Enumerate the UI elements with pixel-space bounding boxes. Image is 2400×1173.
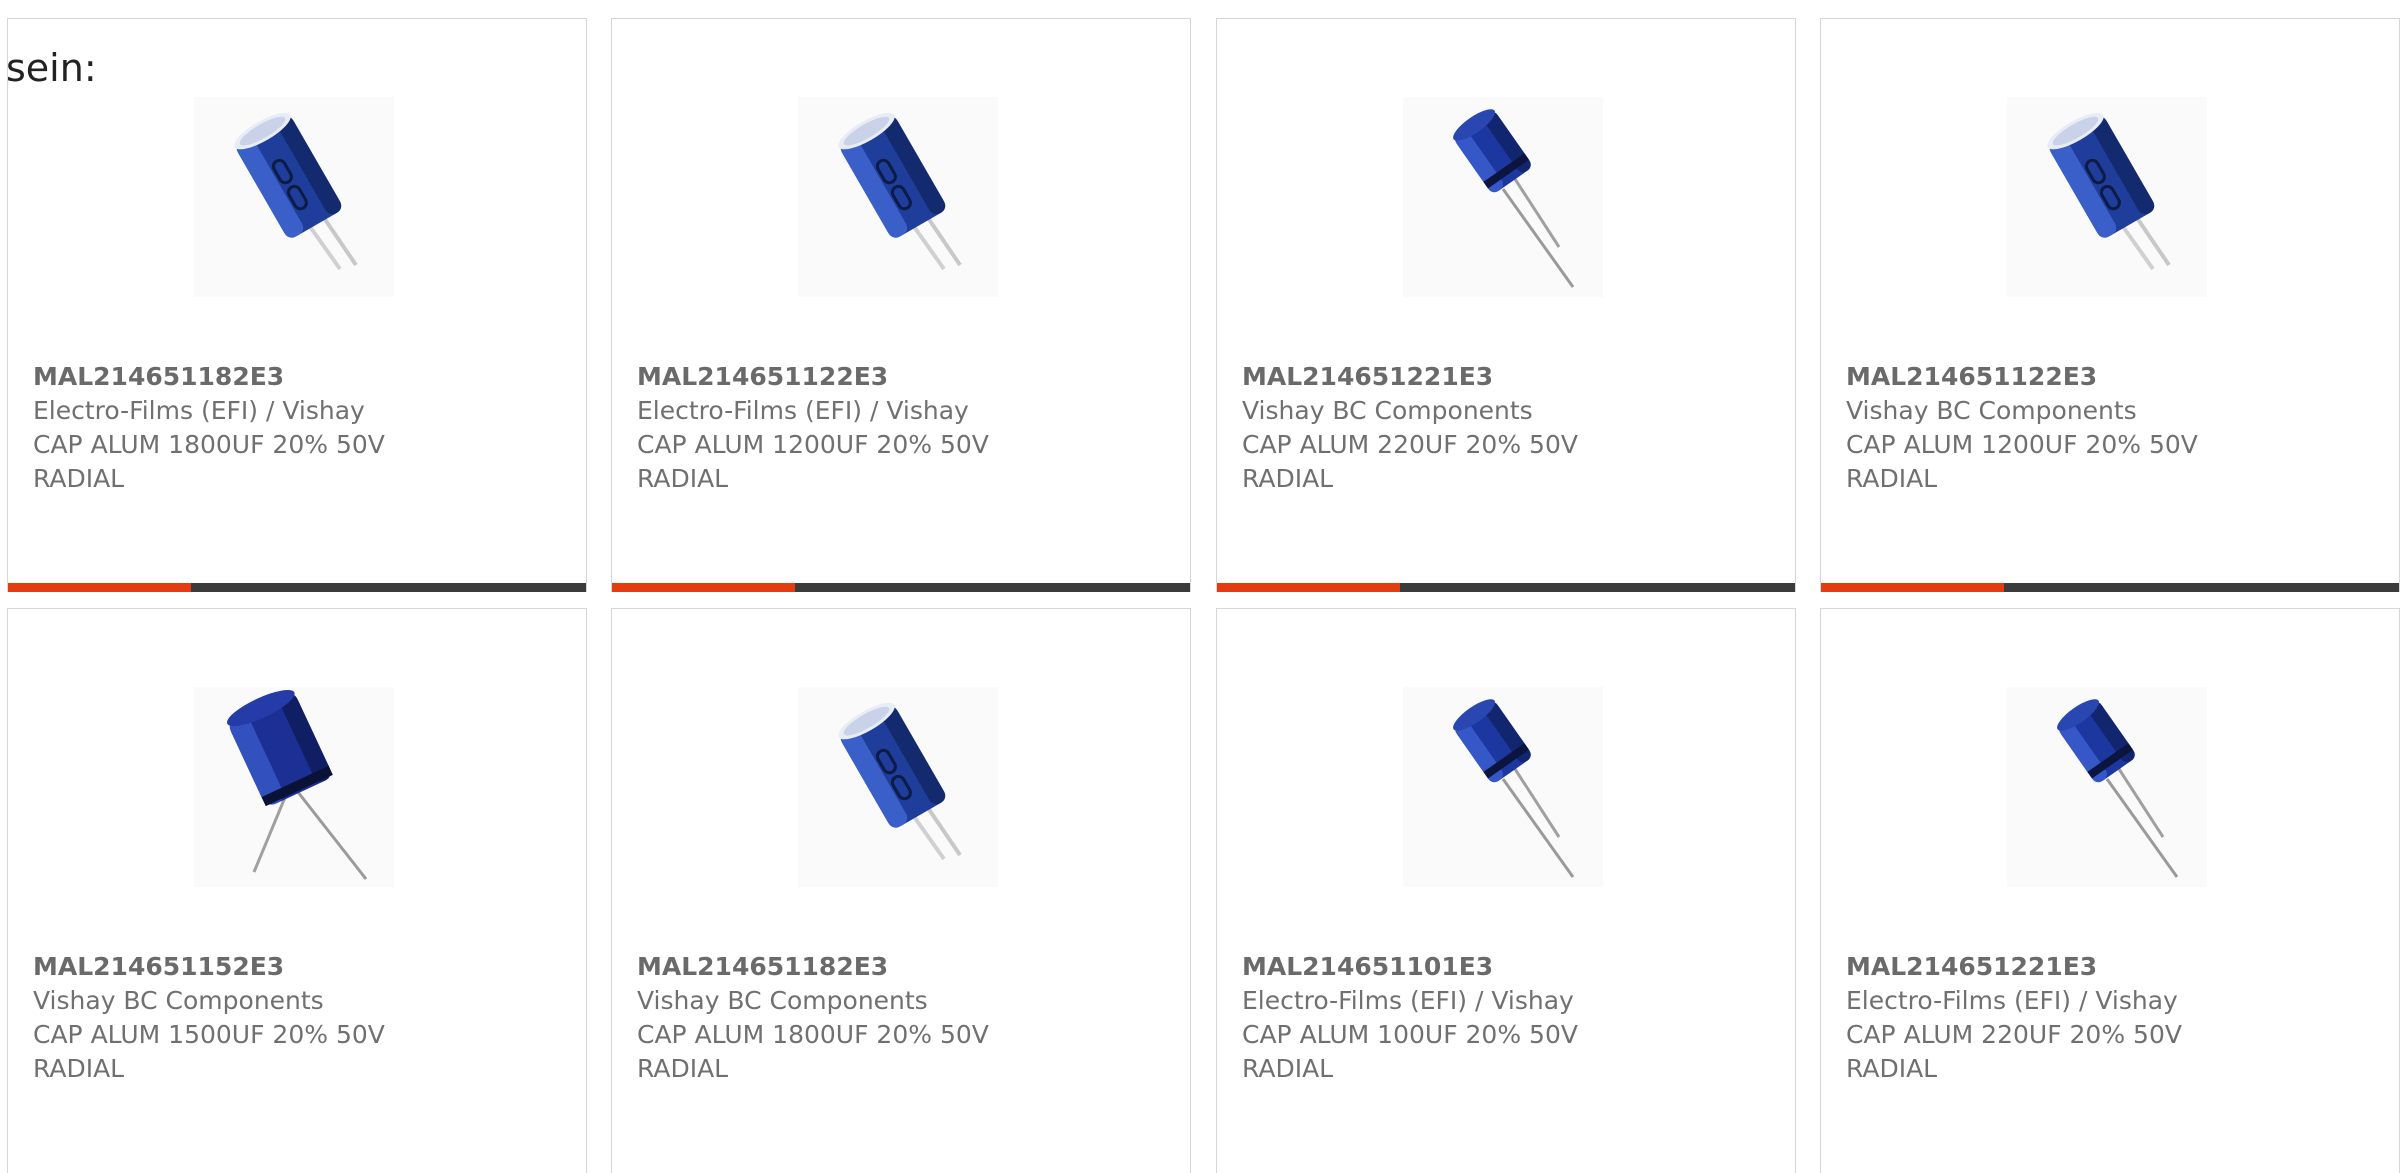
- product-card[interactable]: MAL214651101E3 Electro-Films (EFI) / Vis…: [1216, 608, 1796, 1173]
- card-bottom-bar: [1821, 583, 2399, 592]
- product-info: MAL214651182E3 Vishay BC Components CAP …: [637, 950, 1157, 1086]
- product-info: MAL214651152E3 Vishay BC Components CAP …: [33, 950, 553, 1086]
- manufacturer: Vishay BC Components: [33, 986, 324, 1015]
- card-bottom-bar: [1217, 583, 1795, 592]
- product-info: MAL214651182E3 Electro-Films (EFI) / Vis…: [33, 360, 553, 496]
- card-accent: [1217, 583, 1400, 592]
- description-package: RADIAL: [1846, 1054, 1938, 1083]
- description: CAP ALUM 1800UF 20% 50V: [637, 1020, 989, 1049]
- product-card[interactable]: MAL214651122E3 Vishay BC Components CAP …: [1820, 18, 2400, 592]
- product-grid: sein: MAL214651182E3 Electro-Films (EFI)…: [0, 0, 2400, 1173]
- part-number[interactable]: MAL214651152E3: [33, 950, 553, 984]
- card-accent: [612, 583, 795, 592]
- description-package: RADIAL: [1242, 464, 1334, 493]
- manufacturer: Electro-Films (EFI) / Vishay: [1846, 986, 2178, 1015]
- product-card[interactable]: MAL214651221E3 Vishay BC Components CAP …: [1216, 18, 1796, 592]
- description: CAP ALUM 100UF 20% 50V: [1242, 1020, 1578, 1049]
- intro-text: sein:: [6, 46, 97, 90]
- description: CAP ALUM 220UF 20% 50V: [1242, 430, 1578, 459]
- description: CAP ALUM 1800UF 20% 50V: [33, 430, 385, 459]
- card-bottom-bar: [612, 583, 1190, 592]
- capacitor-image[interactable]: [194, 687, 394, 887]
- capacitor-image[interactable]: [2007, 97, 2207, 297]
- description-package: RADIAL: [33, 1054, 125, 1083]
- card-accent: [1821, 583, 2004, 592]
- capacitor-image[interactable]: [798, 97, 998, 297]
- capacitor-image[interactable]: [194, 97, 394, 297]
- part-number[interactable]: MAL214651221E3: [1242, 360, 1762, 394]
- product-info: MAL214651221E3 Vishay BC Components CAP …: [1242, 360, 1762, 496]
- product-card[interactable]: MAL214651182E3 Electro-Films (EFI) / Vis…: [7, 18, 587, 592]
- part-number[interactable]: MAL214651182E3: [33, 360, 553, 394]
- description-package: RADIAL: [637, 1054, 729, 1083]
- capacitor-image[interactable]: [798, 687, 998, 887]
- description-package: RADIAL: [33, 464, 125, 493]
- description: CAP ALUM 1200UF 20% 50V: [637, 430, 989, 459]
- product-card[interactable]: MAL214651221E3 Electro-Films (EFI) / Vis…: [1820, 608, 2400, 1173]
- capacitor-image[interactable]: [1403, 97, 1603, 297]
- card-bottom-bar: [8, 583, 586, 592]
- part-number[interactable]: MAL214651182E3: [637, 950, 1157, 984]
- product-info: MAL214651122E3 Vishay BC Components CAP …: [1846, 360, 2366, 496]
- description-package: RADIAL: [1846, 464, 1938, 493]
- manufacturer: Vishay BC Components: [1242, 396, 1533, 425]
- manufacturer: Vishay BC Components: [637, 986, 928, 1015]
- capacitor-image[interactable]: [1403, 687, 1603, 887]
- part-number[interactable]: MAL214651221E3: [1846, 950, 2366, 984]
- description: CAP ALUM 1500UF 20% 50V: [33, 1020, 385, 1049]
- product-info: MAL214651221E3 Electro-Films (EFI) / Vis…: [1846, 950, 2366, 1086]
- card-accent: [8, 583, 191, 592]
- manufacturer: Electro-Films (EFI) / Vishay: [637, 396, 969, 425]
- part-number[interactable]: MAL214651122E3: [1846, 360, 2366, 394]
- description: CAP ALUM 220UF 20% 50V: [1846, 1020, 2182, 1049]
- part-number[interactable]: MAL214651101E3: [1242, 950, 1762, 984]
- part-number[interactable]: MAL214651122E3: [637, 360, 1157, 394]
- product-info: MAL214651122E3 Electro-Films (EFI) / Vis…: [637, 360, 1157, 496]
- description-package: RADIAL: [1242, 1054, 1334, 1083]
- capacitor-image[interactable]: [2007, 687, 2207, 887]
- description-package: RADIAL: [637, 464, 729, 493]
- product-info: MAL214651101E3 Electro-Films (EFI) / Vis…: [1242, 950, 1762, 1086]
- manufacturer: Electro-Films (EFI) / Vishay: [33, 396, 365, 425]
- manufacturer: Vishay BC Components: [1846, 396, 2137, 425]
- description: CAP ALUM 1200UF 20% 50V: [1846, 430, 2198, 459]
- product-card[interactable]: MAL214651152E3 Vishay BC Components CAP …: [7, 608, 587, 1173]
- product-card[interactable]: MAL214651182E3 Vishay BC Components CAP …: [611, 608, 1191, 1173]
- product-card[interactable]: MAL214651122E3 Electro-Films (EFI) / Vis…: [611, 18, 1191, 592]
- manufacturer: Electro-Films (EFI) / Vishay: [1242, 986, 1574, 1015]
